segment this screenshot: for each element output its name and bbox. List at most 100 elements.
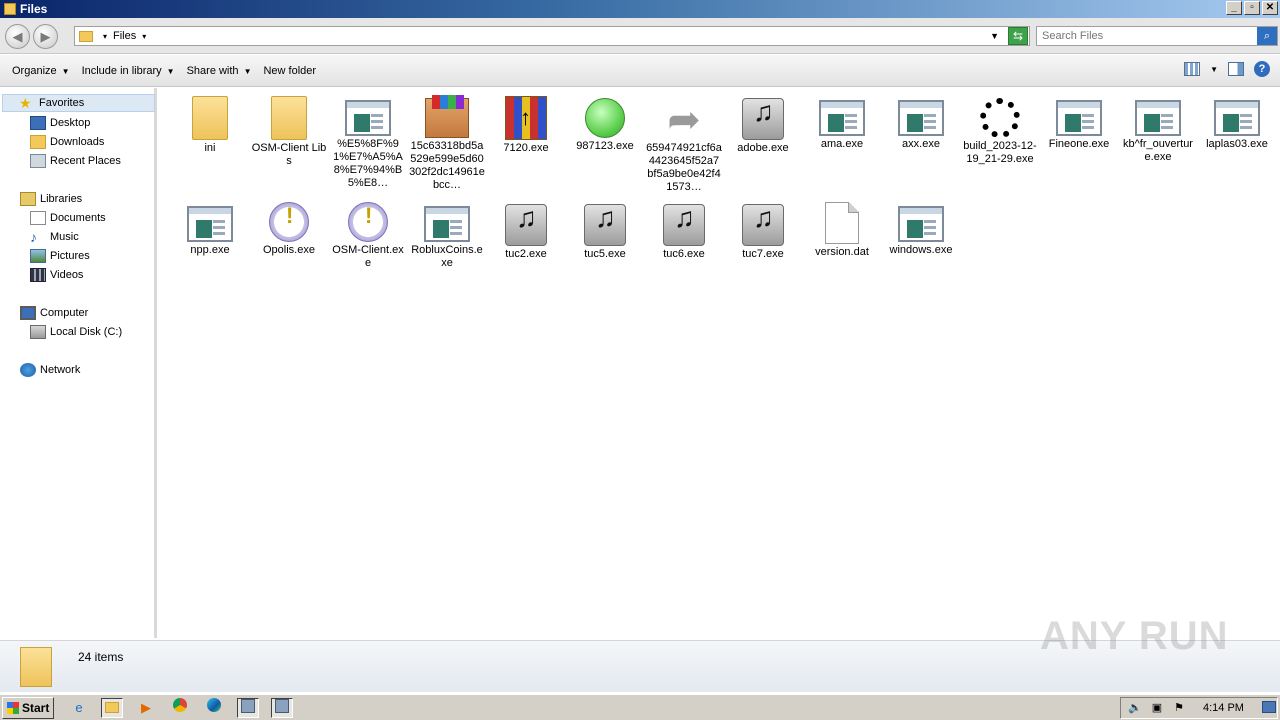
nav-libraries[interactable]: Libraries (20, 190, 82, 208)
file-item[interactable]: laplas03.exe (1199, 92, 1275, 151)
file-name: ini (204, 142, 216, 154)
file-name: 15c63318bd5a529e599e5d60302f2dc14961ebcc… (409, 140, 485, 191)
organize-button[interactable]: Organize ▼ (6, 60, 76, 82)
nav-documents[interactable]: Documents (30, 209, 106, 227)
share-with-button[interactable]: Share with ▼ (181, 60, 258, 82)
file-name: RobluxCoins.exe (411, 244, 483, 269)
application-icon (345, 100, 391, 136)
file-name: OSM-Client Libs (251, 142, 327, 167)
application-icon (1056, 100, 1102, 136)
application-icon (424, 206, 470, 242)
file-item[interactable]: tuc7.exe (725, 198, 801, 261)
minimize-button[interactable]: _ (1226, 1, 1242, 15)
file-item[interactable]: 987123.exe (567, 92, 643, 153)
file-item[interactable]: windows.exe (883, 198, 959, 257)
file-item[interactable]: adobe.exe (725, 92, 801, 155)
nav-computer[interactable]: Computer (20, 304, 88, 322)
search-input[interactable] (1037, 27, 1247, 45)
warning-icon (269, 202, 309, 242)
chrome-icon[interactable] (169, 698, 191, 718)
file-item[interactable]: tuc6.exe (646, 198, 722, 261)
file-item[interactable]: version.dat (804, 198, 880, 259)
back-button[interactable]: ◀ (5, 24, 30, 49)
file-item[interactable]: ama.exe (804, 92, 880, 151)
file-item[interactable]: build_2023-12-19_21-29.exe (962, 92, 1038, 166)
forward-button[interactable]: ▶ (33, 24, 58, 49)
help-icon[interactable]: ? (1254, 61, 1270, 77)
file-name: kb^fr_ouverture.exe (1123, 138, 1193, 163)
recent-places-icon (30, 154, 46, 168)
network-tray-icon[interactable]: ▣ (1149, 701, 1165, 715)
nav-favorites[interactable]: ★ Favorites (2, 94, 155, 112)
taskbar: Start e ▶ 🔈 ▣ ⚑ 4:14 PM (0, 694, 1280, 720)
preview-pane-icon[interactable] (1228, 62, 1244, 76)
folder-icon (20, 647, 52, 687)
file-item[interactable]: RobluxCoins.exe (409, 198, 485, 270)
running-app-icon[interactable] (237, 698, 259, 718)
chevron-down-icon: ▼ (243, 66, 252, 76)
close-button[interactable]: ✕ (1262, 1, 1278, 15)
file-item[interactable]: npp.exe (172, 198, 248, 257)
nav-music[interactable]: ♪ Music (30, 228, 79, 246)
file-item[interactable]: 7120.exe (488, 92, 564, 155)
start-button[interactable]: Start (2, 697, 54, 719)
file-item[interactable]: OSM-Client Libs (251, 92, 327, 168)
nav-recent-places[interactable]: Recent Places (30, 152, 121, 170)
nav-label: Libraries (40, 193, 83, 205)
internet-explorer-icon[interactable]: e (68, 698, 90, 718)
nav-network[interactable]: Network (20, 361, 80, 379)
green-orb-icon (585, 98, 625, 138)
maximize-button[interactable]: ▫ (1244, 1, 1260, 15)
file-list: ini OSM-Client Libs %E5%8F%91%E7%A5%A8%E7%… (160, 88, 1280, 638)
file-name: OSM-Client.exe (332, 244, 404, 269)
show-desktop-icon[interactable] (1262, 701, 1276, 713)
computer-icon (20, 306, 36, 320)
edge-icon[interactable] (203, 698, 225, 718)
file-name: tuc5.exe (584, 248, 626, 260)
chevron-down-icon[interactable]: ▾ (103, 32, 107, 41)
application-icon (898, 100, 944, 136)
file-item[interactable]: ➦ 659474921cf6a4423645f52a7bf5a9be0e42f41… (646, 92, 722, 194)
address-bar[interactable]: ▾ Files ▾ ▼ (74, 26, 1030, 46)
nav-desktop[interactable]: Desktop (30, 114, 90, 132)
file-item[interactable]: Fineone.exe (1041, 92, 1117, 151)
file-item[interactable]: ini (172, 92, 248, 155)
file-name: %E5%8F%91%E7%A5%A8%E7%94%B5%E8… (333, 138, 403, 189)
file-item[interactable]: tuc5.exe (567, 198, 643, 261)
file-name: adobe.exe (737, 142, 789, 154)
file-item[interactable]: Opolis.exe (251, 198, 327, 257)
file-item[interactable]: 15c63318bd5a529e599e5d60302f2dc14961ebcc… (409, 92, 485, 192)
chevron-down-icon[interactable]: ▼ (1210, 65, 1218, 74)
new-folder-button[interactable]: New folder (257, 60, 322, 82)
file-item[interactable]: kb^fr_ouverture.exe (1120, 92, 1196, 164)
document-icon (825, 202, 859, 244)
nav-videos[interactable]: Videos (30, 266, 83, 284)
file-item[interactable]: OSM-Client.exe (330, 198, 406, 270)
music-icon (584, 204, 626, 246)
file-item[interactable]: tuc2.exe (488, 198, 564, 261)
breadcrumb[interactable]: Files (113, 30, 136, 42)
item-count: 24 items (78, 650, 124, 664)
file-name: Opolis.exe (263, 244, 315, 256)
nav-downloads[interactable]: Downloads (30, 133, 104, 151)
nav-label: Pictures (50, 250, 90, 262)
nav-local-disk[interactable]: Local Disk (C:) (30, 323, 122, 341)
volume-icon[interactable]: 🔈 (1127, 701, 1143, 715)
action-center-flag-icon[interactable]: ⚑ (1171, 701, 1187, 715)
file-item[interactable]: axx.exe (883, 92, 959, 151)
refresh-icon[interactable]: ⇆ (1008, 27, 1028, 45)
file-item[interactable]: %E5%8F%91%E7%A5%A8%E7%94%B5%E8… (330, 92, 406, 190)
running-app-icon[interactable] (271, 698, 293, 718)
change-view-icon[interactable] (1184, 62, 1201, 76)
file-name: 659474921cf6a4423645f52a7bf5a9be0e42f415… (646, 142, 722, 193)
search-icon[interactable]: ⌕ (1257, 27, 1277, 45)
file-name: version.dat (815, 246, 869, 258)
winrar-icon (425, 95, 469, 138)
clock[interactable]: 4:14 PM (1203, 702, 1244, 714)
media-player-icon[interactable]: ▶ (135, 698, 157, 718)
include-in-library-button[interactable]: Include in library ▼ (76, 60, 181, 82)
address-dropdown-icon[interactable]: ▼ (990, 31, 999, 41)
nav-pictures[interactable]: Pictures (30, 247, 90, 265)
explorer-icon[interactable] (101, 698, 123, 718)
chevron-down-icon[interactable]: ▾ (142, 32, 146, 41)
